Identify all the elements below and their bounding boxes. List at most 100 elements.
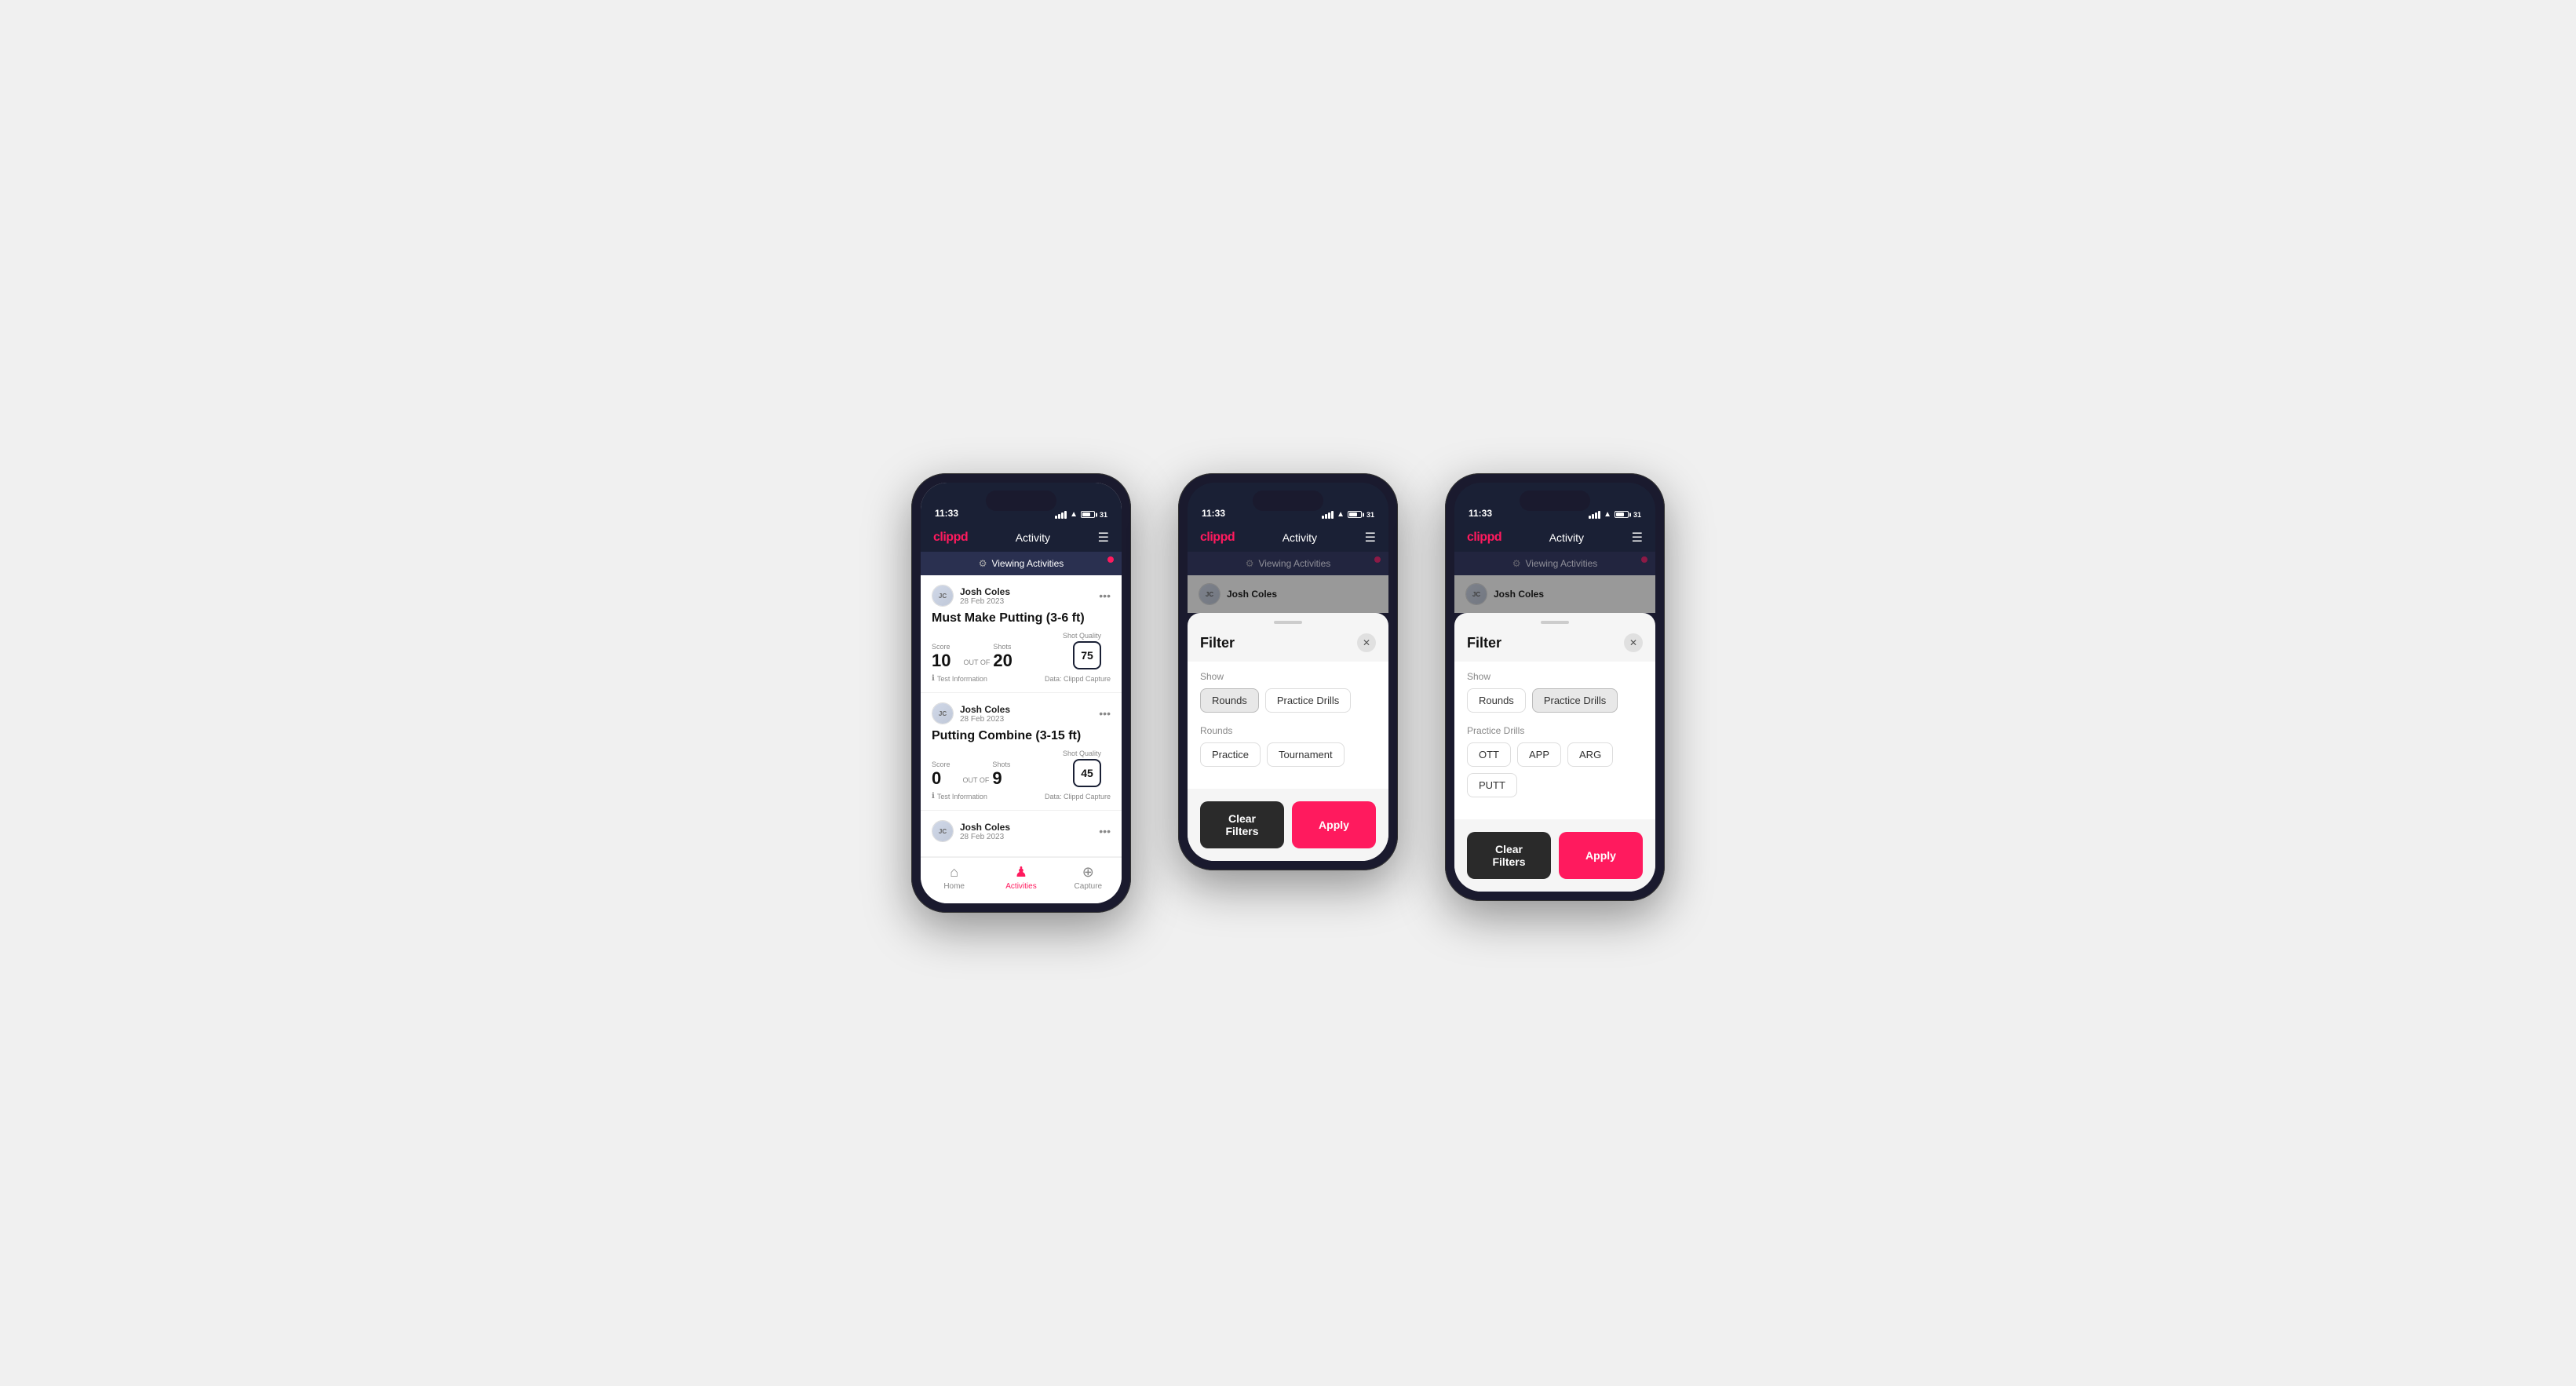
clear-filters-button-2[interactable]: Clear Filters [1200,801,1284,848]
menu-icon-3[interactable]: ☰ [1632,530,1643,545]
chip-tournament-2[interactable]: Tournament [1267,742,1345,767]
app-title-2: Activity [1283,531,1317,544]
nav-capture-label: Capture [1075,882,1103,891]
app-title-3: Activity [1549,531,1584,544]
shots-group-1: Shots 20 [993,643,1012,669]
battery-icon-3 [1615,511,1629,518]
activity-footer-1: ℹ Test Information Data: Clippd Capture [932,674,1111,683]
avatar-1: JC [932,585,954,607]
battery-num-3: 31 [1633,511,1641,519]
bottom-nav-1: ⌂ Home ♟ Activities ⊕ Capture [921,857,1122,903]
chip-app-3[interactable]: APP [1517,742,1561,767]
nav-activities-1[interactable]: ♟ Activities [987,864,1054,891]
filter-footer-3: Clear Filters Apply [1454,819,1655,892]
battery-icon [1081,511,1095,518]
more-dots-3[interactable]: ••• [1099,825,1111,837]
app-title-1: Activity [1016,531,1050,544]
viewing-bar-text-1: Viewing Activities [991,558,1064,569]
app-logo-2: clippd [1200,531,1235,545]
activity-title-2: Putting Combine (3-15 ft) [932,729,1111,743]
wifi-icon-3: ▲ [1604,510,1611,519]
phones-container: 11:33 ▲ 31 clippd [911,473,1665,913]
status-icons-1: ▲ 31 [1055,510,1107,519]
out-of-1: OUT OF [963,658,990,666]
app-header-1: clippd Activity ☰ [921,523,1122,552]
activity-header-1: JC Josh Coles 28 Feb 2023 ••• [932,585,1111,607]
apply-button-2[interactable]: Apply [1292,801,1376,848]
filter-handle-3 [1541,621,1569,624]
filter-icon-3: ⚙ [1512,558,1521,569]
chip-practice-drills-3[interactable]: Practice Drills [1532,688,1618,713]
dynamic-island-3 [1520,491,1590,511]
chip-practice-drills-2[interactable]: Practice Drills [1265,688,1351,713]
filter-handle-2 [1274,621,1302,624]
score-value-1: 10 [932,652,950,669]
chip-rounds-3[interactable]: Rounds [1467,688,1526,713]
activity-header-3: JC Josh Coles 28 Feb 2023 ••• [932,820,1111,842]
chip-practice-2[interactable]: Practice [1200,742,1261,767]
nav-activities-label: Activities [1005,882,1036,891]
viewing-bar-1[interactable]: ⚙ Viewing Activities [921,552,1122,575]
apply-button-3[interactable]: Apply [1559,832,1643,879]
drills-section-label-3: Practice Drills [1467,725,1643,736]
chip-rounds-2[interactable]: Rounds [1200,688,1259,713]
clear-filters-button-3[interactable]: Clear Filters [1467,832,1551,879]
show-label-3: Show [1467,671,1643,682]
sq-label-1: Shot Quality [1063,632,1101,640]
nav-home-label: Home [943,882,965,891]
score-group-1: Score 10 [932,643,950,669]
filter-body-3: Show Rounds Practice Drills Practice Dri… [1454,662,1655,819]
user-name-1: Josh Coles [960,586,1010,597]
sq-badge-1: 75 [1073,641,1101,669]
filter-title-2: Filter [1200,635,1235,651]
activity-list-1: JC Josh Coles 28 Feb 2023 ••• Must Make … [921,575,1122,857]
more-dots-1[interactable]: ••• [1099,589,1111,602]
data-source-1: Data: Clippd Capture [1045,675,1111,683]
stats-row-2: Score 0 OUT OF Shots 9 Shot Quality 45 [932,750,1111,787]
activity-footer-2: ℹ Test Information Data: Clippd Capture [932,792,1111,801]
activities-icon: ♟ [1015,864,1027,881]
show-label-2: Show [1200,671,1376,682]
status-time-2: 11:33 [1202,508,1225,519]
viewing-bar-2: ⚙ Viewing Activities [1188,552,1388,575]
chip-arg-3[interactable]: ARG [1567,742,1613,767]
signal-icon-3 [1589,511,1600,519]
filter-sheet-3: Filter ✕ Show Rounds Practice Drills Pra… [1454,613,1655,892]
menu-icon-1[interactable]: ☰ [1098,530,1109,545]
signal-icon-2 [1322,511,1334,519]
home-icon: ⌂ [950,864,958,881]
show-chips-2: Rounds Practice Drills [1200,688,1376,713]
filter-icon-1: ⚙ [979,558,987,569]
shots-value-1: 20 [993,652,1012,669]
filter-title-3: Filter [1467,635,1501,651]
show-chips-3: Rounds Practice Drills [1467,688,1643,713]
status-time-1: 11:33 [935,508,958,519]
test-info-1: ℹ Test Information [932,674,987,683]
battery-icon-2 [1348,511,1362,518]
more-dots-2[interactable]: ••• [1099,707,1111,720]
app-header-2: clippd Activity ☰ [1188,523,1388,552]
close-button-3[interactable]: ✕ [1624,633,1643,652]
data-source-2: Data: Clippd Capture [1045,793,1111,801]
app-logo-3: clippd [1467,531,1501,545]
user-date-2: 28 Feb 2023 [960,715,1010,724]
chip-putt-3[interactable]: PUTT [1467,773,1517,797]
dim-overlay-2 [1188,575,1388,613]
chip-ott-3[interactable]: OTT [1467,742,1511,767]
menu-icon-2[interactable]: ☰ [1365,530,1376,545]
user-date-3: 28 Feb 2023 [960,833,1010,841]
close-button-2[interactable]: ✕ [1357,633,1376,652]
activity-item-1: JC Josh Coles 28 Feb 2023 ••• Must Make … [921,575,1122,693]
activity-title-1: Must Make Putting (3-6 ft) [932,611,1111,626]
filter-header-2: Filter ✕ [1188,627,1388,662]
score-label-1: Score [932,643,950,651]
rounds-chips-2: Practice Tournament [1200,742,1376,767]
nav-capture-1[interactable]: ⊕ Capture [1055,864,1122,891]
phone-3: 11:33 ▲ 31 clippd [1445,473,1665,901]
wifi-icon-2: ▲ [1337,510,1345,519]
activity-header-2: JC Josh Coles 28 Feb 2023 ••• [932,702,1111,724]
user-info-1: JC Josh Coles 28 Feb 2023 [932,585,1010,607]
phone-2: 11:33 ▲ 31 clippd [1178,473,1398,870]
activity-item-3: JC Josh Coles 28 Feb 2023 ••• [921,811,1122,857]
nav-home-1[interactable]: ⌂ Home [921,864,987,891]
